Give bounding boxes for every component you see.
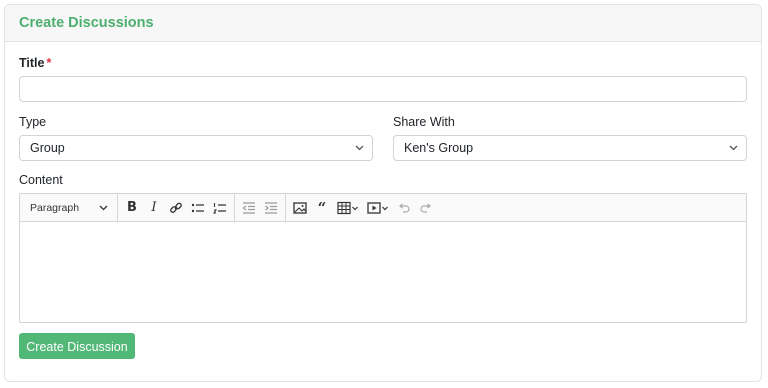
- share-with-label: Share With: [393, 115, 455, 129]
- numbered-list-icon[interactable]: [209, 197, 231, 219]
- blockquote-icon[interactable]: “: [311, 197, 333, 219]
- bulleted-list-icon[interactable]: [187, 197, 209, 219]
- content-label: Content: [19, 173, 63, 187]
- indent-icon[interactable]: [260, 197, 282, 219]
- toolbar-separator: [285, 193, 286, 222]
- chevron-down-icon: [355, 136, 364, 170]
- editor-toolbar: Paragraph B I “: [20, 193, 746, 222]
- card-header: Create Discussions: [5, 5, 761, 42]
- toolbar-separator: [117, 193, 118, 222]
- title-label-text: Title: [19, 56, 45, 70]
- redo-icon[interactable]: [415, 197, 437, 219]
- create-discussion-card: Create Discussions Title * Type Group Sha…: [4, 4, 762, 382]
- page-title: Create Discussions: [19, 15, 154, 31]
- paragraph-format-dropdown[interactable]: Paragraph: [24, 197, 114, 219]
- create-discussion-button[interactable]: Create Discussion: [19, 333, 135, 359]
- chevron-down-icon: [99, 205, 108, 210]
- type-select-value: Group: [30, 141, 65, 155]
- link-icon[interactable]: [165, 197, 187, 219]
- type-select[interactable]: Group: [19, 135, 373, 161]
- editor-content-area[interactable]: [20, 222, 746, 322]
- title-input[interactable]: [19, 76, 747, 102]
- media-icon[interactable]: [363, 197, 393, 219]
- type-label: Type: [19, 115, 47, 129]
- toolbar-separator: [234, 193, 235, 222]
- share-with-select-value: Ken's Group: [404, 141, 474, 155]
- rich-text-editor: Paragraph B I “: [19, 193, 747, 323]
- share-with-select[interactable]: Ken's Group: [393, 135, 747, 161]
- image-icon[interactable]: [289, 197, 311, 219]
- table-icon[interactable]: [333, 197, 363, 219]
- required-mark: *: [46, 56, 52, 70]
- bold-icon[interactable]: B: [121, 197, 143, 219]
- italic-icon[interactable]: I: [143, 197, 165, 219]
- title-label: Title *: [19, 56, 51, 70]
- paragraph-format-value: Paragraph: [30, 201, 80, 214]
- outdent-icon[interactable]: [238, 197, 260, 219]
- chevron-down-icon: [729, 136, 738, 170]
- undo-icon[interactable]: [393, 197, 415, 219]
